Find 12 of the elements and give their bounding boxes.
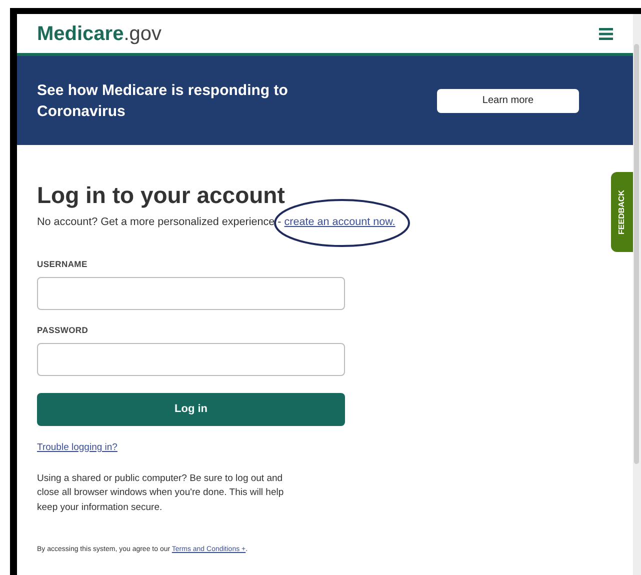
logo[interactable]: Medicare.gov: [37, 24, 162, 44]
banner-text: See how Medicare is responding to Coronavirus: [37, 80, 289, 122]
feedback-tab[interactable]: FEEDBACK: [611, 172, 633, 252]
trouble-link[interactable]: Trouble logging in?: [37, 440, 118, 455]
page-title: Log in to your account: [37, 181, 285, 209]
field-label: USERNAME: [37, 258, 88, 271]
learn-more-button[interactable]: Learn more: [437, 88, 579, 112]
create-account-link[interactable]: create an account now.: [284, 216, 396, 228]
security-notice: Using a shared or public computer? Be sure to log out and close all browser windows when you're done. This will help keep your information secure.: [37, 472, 285, 515]
intro-text: No account? Get a more personalized experience - create an account now.: [37, 215, 396, 230]
login-button[interactable]: Log in: [37, 392, 345, 426]
field-label: PASSWORD: [37, 324, 88, 337]
